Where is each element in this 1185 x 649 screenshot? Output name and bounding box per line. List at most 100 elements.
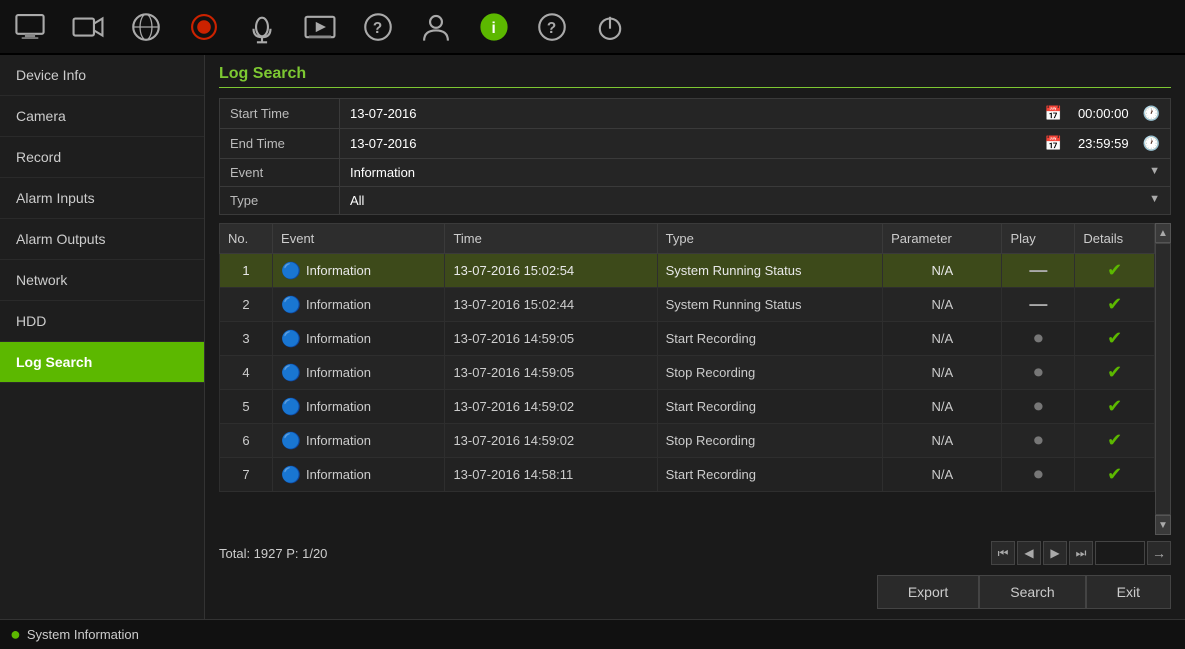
table-row[interactable]: 2 🔵 Information 13-07-2016 15:02:44 Syst… xyxy=(220,288,1155,322)
sidebar-item-network[interactable]: Network xyxy=(0,260,204,301)
audio-icon[interactable] xyxy=(242,7,282,47)
total-info: Total: 1927 P: 1/20 xyxy=(219,546,327,561)
details-check-icon[interactable]: ✔ xyxy=(1107,260,1122,280)
end-date-cell[interactable]: 13-07-2016 📅 23:59:59 🕐 xyxy=(340,129,1171,159)
table-row[interactable]: 4 🔵 Information 13-07-2016 14:59:05 Stop… xyxy=(220,356,1155,390)
network-globe-icon[interactable] xyxy=(126,7,166,47)
row-event: 🔵 Information xyxy=(273,390,445,424)
row-parameter: N/A xyxy=(883,288,1002,322)
user-icon[interactable] xyxy=(416,7,456,47)
row-no: 1 xyxy=(220,254,273,288)
statusbar: ● System Information xyxy=(0,619,1185,649)
row-details[interactable]: ✔ xyxy=(1075,288,1155,322)
page-title: Log Search xyxy=(219,65,1171,88)
row-play[interactable]: ⏺ xyxy=(1002,458,1075,492)
start-date-cell[interactable]: 13-07-2016 📅 00:00:00 🕐 xyxy=(340,99,1171,129)
row-details[interactable]: ✔ xyxy=(1075,424,1155,458)
info-bubble-icon: 🔵 xyxy=(281,363,301,383)
help-icon[interactable]: ? xyxy=(358,7,398,47)
th-details: Details xyxy=(1075,224,1155,254)
table-scrollbar[interactable]: ▲ ▼ xyxy=(1155,223,1171,535)
details-check-icon[interactable]: ✔ xyxy=(1107,396,1122,416)
row-parameter: N/A xyxy=(883,322,1002,356)
row-play[interactable]: — xyxy=(1002,254,1075,288)
table-row[interactable]: 3 🔵 Information 13-07-2016 14:59:05 Star… xyxy=(220,322,1155,356)
search-button[interactable]: Search xyxy=(979,575,1085,609)
row-details[interactable]: ✔ xyxy=(1075,458,1155,492)
row-play[interactable]: — xyxy=(1002,288,1075,322)
play-circle-icon[interactable]: ⏺ xyxy=(1034,464,1043,484)
sidebar-item-hdd[interactable]: HDD xyxy=(0,301,204,342)
info-active-icon[interactable]: i xyxy=(474,7,514,47)
row-time: 13-07-2016 14:59:05 xyxy=(445,356,657,390)
playback-icon[interactable] xyxy=(300,7,340,47)
event-dropdown[interactable]: Information ▼ xyxy=(340,159,1171,187)
end-time-label: End Time xyxy=(220,129,340,159)
sidebar-item-log-search[interactable]: Log Search xyxy=(0,342,204,383)
row-event: 🔵 Information xyxy=(273,424,445,458)
end-calendar-icon[interactable]: 📅 xyxy=(1045,135,1062,152)
play-circle-icon[interactable]: ⏺ xyxy=(1034,430,1043,450)
row-details[interactable]: ✔ xyxy=(1075,254,1155,288)
row-parameter: N/A xyxy=(883,458,1002,492)
row-event: 🔵 Information xyxy=(273,288,445,322)
details-check-icon[interactable]: ✔ xyxy=(1107,294,1122,314)
row-event: 🔵 Information xyxy=(273,322,445,356)
play-circle-icon[interactable]: ⏺ xyxy=(1034,362,1043,382)
info-bubble-icon: 🔵 xyxy=(281,431,301,451)
row-play[interactable]: ⏺ xyxy=(1002,424,1075,458)
page-next-btn[interactable]: ▶ xyxy=(1043,541,1067,565)
sidebar-item-record[interactable]: Record xyxy=(0,137,204,178)
row-play[interactable]: ⏺ xyxy=(1002,390,1075,424)
record-icon[interactable] xyxy=(184,7,224,47)
row-details[interactable]: ✔ xyxy=(1075,356,1155,390)
details-check-icon[interactable]: ✔ xyxy=(1107,430,1122,450)
start-clock-icon[interactable]: 🕐 xyxy=(1143,105,1160,122)
row-time: 13-07-2016 14:58:11 xyxy=(445,458,657,492)
event-value: Information xyxy=(350,165,415,180)
scroll-down-btn[interactable]: ▼ xyxy=(1155,515,1171,535)
page-go-btn[interactable]: → xyxy=(1147,541,1171,565)
sidebar-item-alarm-outputs[interactable]: Alarm Outputs xyxy=(0,219,204,260)
scroll-up-btn[interactable]: ▲ xyxy=(1155,223,1171,243)
power-icon[interactable] xyxy=(590,7,630,47)
row-details[interactable]: ✔ xyxy=(1075,322,1155,356)
start-calendar-icon[interactable]: 📅 xyxy=(1045,105,1062,122)
camera-icon[interactable] xyxy=(68,7,108,47)
sidebar-item-device-info[interactable]: Device Info xyxy=(0,55,204,96)
exit-button[interactable]: Exit xyxy=(1086,575,1171,609)
details-check-icon[interactable]: ✔ xyxy=(1107,328,1122,348)
details-check-icon[interactable]: ✔ xyxy=(1107,464,1122,484)
page-prev-btn[interactable]: ◀ xyxy=(1017,541,1041,565)
type-dropdown[interactable]: All ▼ xyxy=(340,187,1171,215)
row-play[interactable]: ⏺ xyxy=(1002,322,1075,356)
th-no: No. xyxy=(220,224,273,254)
sidebar-item-camera[interactable]: Camera xyxy=(0,96,204,137)
event-dropdown-arrow: ▼ xyxy=(1149,165,1160,177)
th-event: Event xyxy=(273,224,445,254)
page-last-btn[interactable]: ⏭ xyxy=(1069,541,1093,565)
question-circle-icon[interactable]: ? xyxy=(532,7,572,47)
table-row[interactable]: 6 🔵 Information 13-07-2016 14:59:02 Stop… xyxy=(220,424,1155,458)
row-play[interactable]: ⏺ xyxy=(1002,356,1075,390)
table-row[interactable]: 7 🔵 Information 13-07-2016 14:58:11 Star… xyxy=(220,458,1155,492)
table-row[interactable]: 1 🔵 Information 13-07-2016 15:02:54 Syst… xyxy=(220,254,1155,288)
sidebar-item-alarm-inputs[interactable]: Alarm Inputs xyxy=(0,178,204,219)
type-label: Type xyxy=(220,187,340,215)
details-check-icon[interactable]: ✔ xyxy=(1107,362,1122,382)
page-input[interactable] xyxy=(1095,541,1145,565)
row-event: 🔵 Information xyxy=(273,356,445,390)
row-no: 5 xyxy=(220,390,273,424)
page-first-btn[interactable]: ⏮ xyxy=(991,541,1015,565)
event-label: Event xyxy=(220,159,340,187)
th-play: Play xyxy=(1002,224,1075,254)
row-parameter: N/A xyxy=(883,424,1002,458)
table-row[interactable]: 5 🔵 Information 13-07-2016 14:59:02 Star… xyxy=(220,390,1155,424)
end-clock-icon[interactable]: 🕐 xyxy=(1143,135,1160,152)
table-footer: Total: 1927 P: 1/20 ⏮ ◀ ▶ ⏭ → xyxy=(219,535,1171,571)
row-details[interactable]: ✔ xyxy=(1075,390,1155,424)
play-circle-icon[interactable]: ⏺ xyxy=(1034,328,1043,348)
play-circle-icon[interactable]: ⏺ xyxy=(1034,396,1043,416)
export-button[interactable]: Export xyxy=(877,575,979,609)
monitor-icon[interactable] xyxy=(10,7,50,47)
